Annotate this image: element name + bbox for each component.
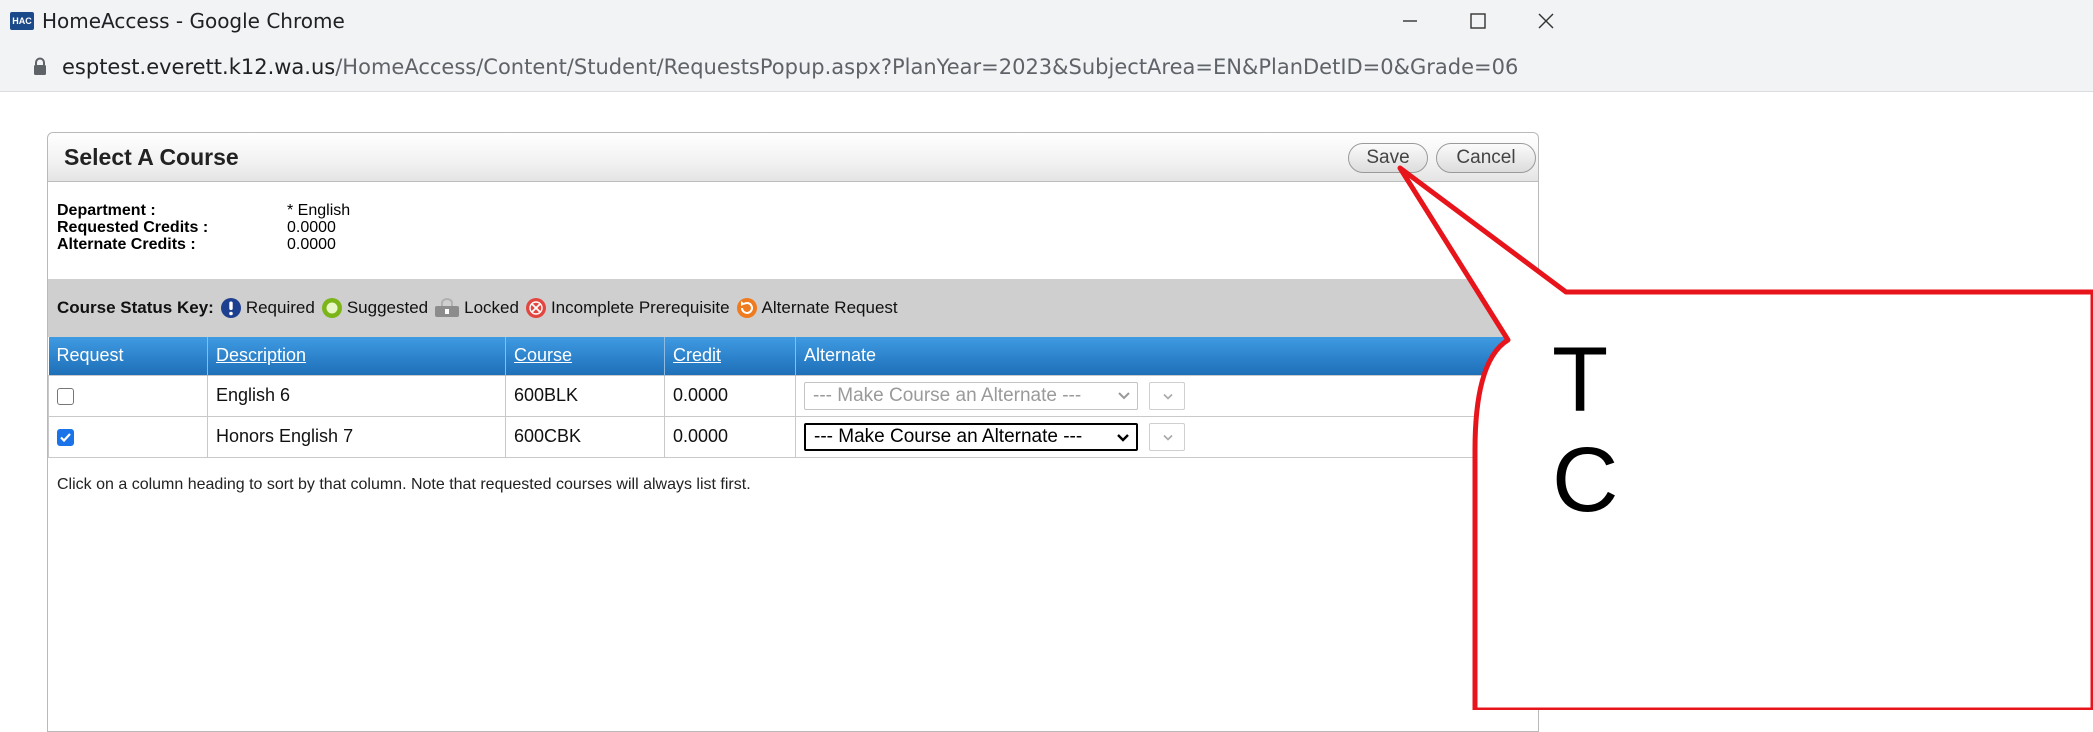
header-alternate: Alternate [795, 337, 1540, 375]
alternate-select[interactable]: --- Make Course an Alternate --- [804, 422, 1138, 451]
header-description[interactable]: Description [207, 337, 506, 375]
close-button[interactable] [1514, 0, 1578, 42]
header-credit[interactable]: Credit [664, 337, 796, 375]
minimize-icon [1403, 20, 1417, 22]
sort-instructions: Click on a column heading to sort by tha… [57, 476, 751, 493]
callout-text: T C [1552, 330, 1618, 530]
url-path: /HomeAccess/Content/Student/RequestsPopu… [335, 55, 1519, 79]
header-request: Request [48, 337, 208, 375]
suggested-text: Suggested [346, 298, 429, 317]
alternate-select-value: --- Make Course an Alternate --- [814, 425, 1083, 447]
requested-credits-label: Requested Credits : [57, 219, 209, 236]
maximize-button[interactable] [1446, 0, 1510, 42]
table-header-row: Request Description Course Credit Altern… [48, 337, 1540, 375]
table-row: Honors English 7 600CBK 0.0000 --- Make … [48, 415, 1540, 458]
table-row: English 6 600BLK 0.0000 --- Make Course … [48, 374, 1540, 417]
alternate-select-value: --- Make Course an Alternate --- [813, 384, 1082, 406]
chevron-down-icon [1117, 433, 1129, 442]
suggested-icon [321, 298, 342, 318]
incomplete-prerequisite-icon [525, 298, 546, 318]
course-status-key: Course Status Key: Required Suggested Lo… [48, 279, 1538, 337]
callout-text-line2: C [1552, 429, 1619, 531]
cancel-button[interactable]: Cancel [1436, 143, 1536, 173]
window-title: HomeAccess - Google Chrome [42, 9, 345, 33]
alternate-select[interactable]: --- Make Course an Alternate --- [804, 381, 1138, 410]
request-checkbox[interactable] [57, 428, 74, 446]
popup-header: Select A Course Save Cancel [48, 133, 1538, 182]
locked-icon [435, 298, 460, 317]
course-cell: 600BLK [505, 374, 665, 417]
minimize-button[interactable] [1378, 0, 1442, 42]
request-cell [48, 374, 208, 417]
select-course-popup: Select A Course Save Cancel Department :… [47, 132, 1540, 732]
chevron-down-icon [1163, 434, 1173, 441]
locked-text: Locked [464, 298, 519, 317]
checkmark-icon [60, 433, 71, 442]
sort-credit-link[interactable]: Credit [673, 345, 721, 365]
chevron-down-icon [1163, 393, 1173, 400]
required-text: Required [245, 298, 315, 317]
incomplete-prerequisite-text: Incomplete Prerequisite [550, 298, 730, 317]
alternate-cell: --- Make Course an Alternate --- [795, 415, 1540, 458]
course-cell: 600CBK [505, 415, 665, 458]
chevron-down-icon [1118, 391, 1130, 399]
alternate-cell: --- Make Course an Alternate --- [795, 374, 1540, 417]
alternate-credits-value: 0.0000 [287, 236, 336, 253]
alternate-request-icon [736, 298, 757, 318]
courses-table: Request Description Course Credit Altern… [48, 337, 1540, 458]
callout-text-line1: T [1552, 329, 1609, 431]
header-course[interactable]: Course [505, 337, 665, 375]
sort-course-link[interactable]: Course [514, 345, 572, 365]
url-text[interactable]: esptest.everett.k12.wa.us/HomeAccess/Con… [62, 53, 1518, 81]
url-host: esptest.everett.k12.wa.us [62, 55, 336, 79]
close-icon [1538, 13, 1554, 29]
address-bar[interactable]: esptest.everett.k12.wa.us/HomeAccess/Con… [0, 42, 2093, 92]
description-cell: Honors English 7 [207, 415, 506, 458]
department-label: Department : [57, 202, 156, 219]
alternate-request-text: Alternate Request [761, 298, 898, 317]
browser-title-bar: HAC HomeAccess - Google Chrome [0, 0, 2093, 42]
popup-title: Select A Course [64, 144, 239, 170]
status-key-label: Course Status Key: [57, 298, 214, 317]
department-value: * English [287, 202, 351, 219]
sort-description-link[interactable]: Description [216, 345, 306, 365]
credit-cell: 0.0000 [664, 415, 796, 458]
alternate-priority-select[interactable] [1149, 422, 1186, 451]
request-cell [48, 415, 208, 458]
alternate-credits-label: Alternate Credits : [57, 236, 196, 253]
required-icon [220, 298, 241, 318]
maximize-icon [1470, 13, 1486, 29]
lock-icon [34, 57, 46, 75]
requested-credits-value: 0.0000 [287, 219, 336, 236]
credit-cell: 0.0000 [664, 374, 796, 417]
description-cell: English 6 [207, 374, 506, 417]
hac-logo-icon: HAC [10, 12, 34, 30]
request-checkbox[interactable] [57, 387, 74, 405]
alternate-priority-select[interactable] [1149, 381, 1186, 410]
save-button[interactable]: Save [1348, 143, 1428, 173]
